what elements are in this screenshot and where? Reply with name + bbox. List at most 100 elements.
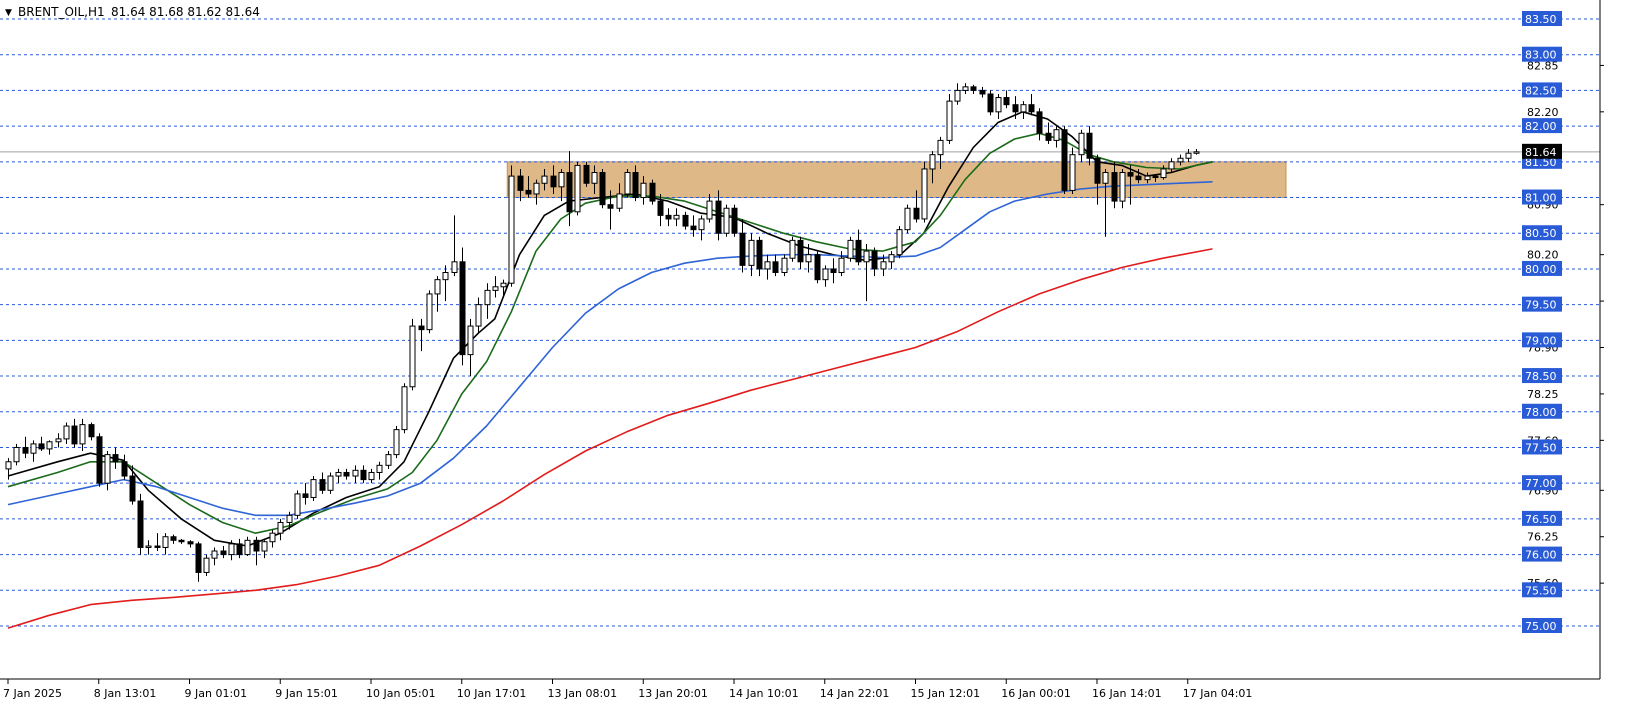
candle-body <box>310 479 317 498</box>
candle-body <box>451 261 458 274</box>
candle-body <box>599 172 606 206</box>
candle-body <box>1061 129 1068 191</box>
candle-body <box>649 182 656 202</box>
candle-body <box>368 471 375 481</box>
candle-body <box>1111 172 1118 202</box>
candle-body <box>170 536 177 541</box>
candle-body <box>88 424 95 438</box>
time-tick-label: 7 Jan 2025 <box>3 687 62 700</box>
candle-body <box>533 182 540 195</box>
level-label: 80.00 <box>1525 263 1557 276</box>
candle-body <box>756 239 763 270</box>
candle-body <box>145 545 152 548</box>
candle <box>847 236 854 262</box>
candle-body <box>657 200 664 216</box>
candle-body <box>624 172 631 195</box>
candle-body <box>352 469 359 477</box>
time-tick-label: 9 Jan 01:01 <box>185 687 248 700</box>
candle-body <box>1177 157 1184 163</box>
candle <box>13 443 20 466</box>
candle-body <box>731 207 738 234</box>
candle-body <box>137 500 144 548</box>
candle-body <box>896 229 903 256</box>
candle-body <box>195 543 202 573</box>
candle-body <box>401 386 408 431</box>
candle-body <box>30 443 37 454</box>
ohlc-values: 81.64 81.68 81.62 81.64 <box>111 5 260 19</box>
candle-body <box>475 304 482 327</box>
candle-body <box>995 97 1002 113</box>
candle-body <box>343 471 350 477</box>
candle-body <box>913 207 920 220</box>
chart-header: ▼ BRENT_OIL,H1 81.64 81.68 81.62 81.64 <box>5 5 260 19</box>
candle-body <box>63 425 70 440</box>
candle-body <box>1127 172 1134 177</box>
candle-body <box>96 436 103 484</box>
candle <box>1069 147 1076 194</box>
candle-body <box>682 214 689 227</box>
chart-background <box>0 0 1651 704</box>
candle-body <box>946 100 953 141</box>
candle-body <box>426 293 433 331</box>
candle-body <box>739 232 746 266</box>
candle-body <box>574 164 581 213</box>
price-tick-label: 80.20 <box>1527 249 1559 262</box>
time-tick-label: 9 Jan 15:01 <box>275 687 338 700</box>
candle-body <box>962 86 969 91</box>
candle-body <box>376 464 383 473</box>
candle-body <box>541 175 548 184</box>
candle <box>599 168 606 209</box>
candle-body <box>220 550 227 556</box>
candle-body <box>830 268 837 274</box>
candle <box>137 493 144 555</box>
candle-body <box>294 493 301 516</box>
candle-body <box>55 438 62 443</box>
candle-body <box>5 461 12 470</box>
candle-body <box>1069 154 1076 191</box>
level-label: 78.50 <box>1525 370 1557 383</box>
candle-body <box>748 239 755 266</box>
level-label: 77.50 <box>1525 441 1557 454</box>
candle-body <box>781 257 788 274</box>
candle-body <box>187 541 194 545</box>
candle-body <box>772 261 779 274</box>
candle-body <box>277 521 284 534</box>
candle-body <box>327 475 334 491</box>
candle-body <box>640 182 647 199</box>
candle-body <box>1168 161 1175 170</box>
candle-body <box>591 172 598 184</box>
candle-body <box>1036 111 1043 134</box>
candle <box>508 165 515 287</box>
candle-body <box>385 454 392 466</box>
level-label: 82.00 <box>1525 120 1557 133</box>
level-label: 76.50 <box>1525 513 1557 526</box>
candle-body <box>855 239 862 263</box>
candle-body <box>286 514 293 523</box>
dropdown-arrow-icon[interactable]: ▼ <box>5 8 12 18</box>
candle-body <box>904 207 911 231</box>
level-label: 83.50 <box>1525 13 1557 26</box>
candle-body <box>1144 175 1151 181</box>
time-tick-label: 15 Jan 12:01 <box>911 687 981 700</box>
candle-body <box>22 446 29 454</box>
candle-body <box>393 429 400 456</box>
level-label: 75.50 <box>1525 584 1557 597</box>
candle-body <box>1119 172 1126 202</box>
candle-body <box>607 204 614 209</box>
candle-body <box>1045 132 1052 141</box>
level-label: 79.50 <box>1525 299 1557 312</box>
candle-body <box>79 424 86 445</box>
candle-body <box>302 493 309 498</box>
candle <box>310 476 317 502</box>
candle-body <box>880 261 887 270</box>
candle-body <box>805 254 812 263</box>
candle-body <box>442 272 449 281</box>
candle <box>574 161 581 216</box>
candle <box>327 472 334 494</box>
candle-body <box>517 175 524 191</box>
candle-body <box>1086 132 1093 159</box>
symbol-label: BRENT_OIL,H1 <box>18 5 105 19</box>
candle <box>649 179 656 205</box>
candle-body <box>954 89 961 102</box>
time-tick-label: 10 Jan 17:01 <box>457 687 527 700</box>
